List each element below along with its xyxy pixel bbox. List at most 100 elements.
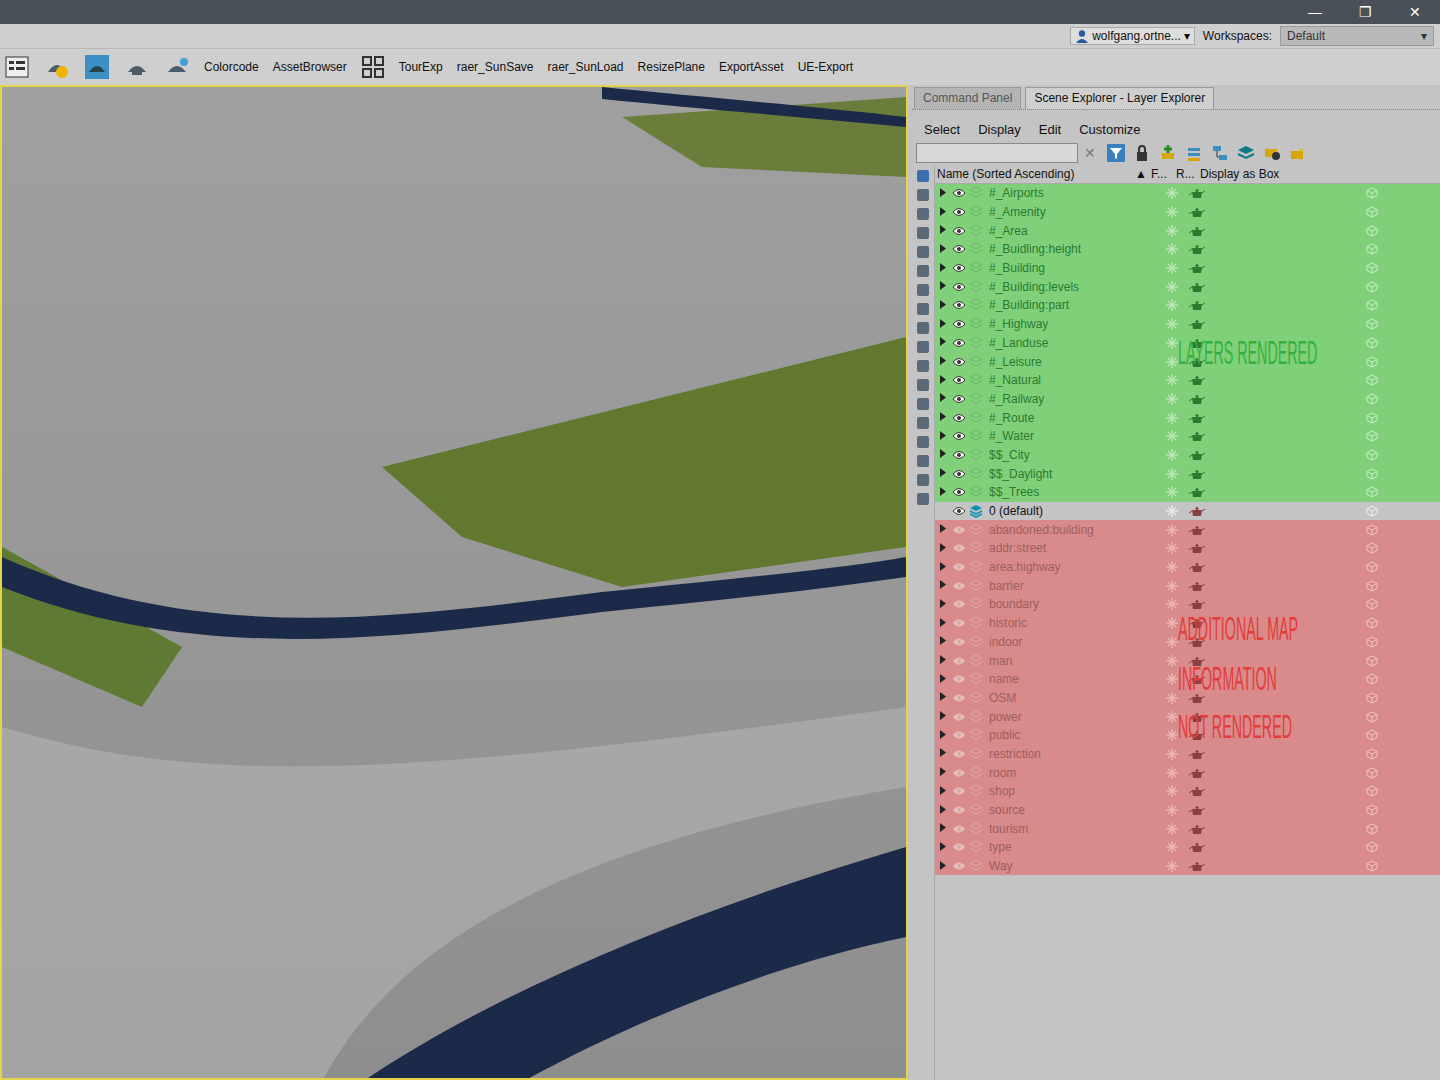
filter-toggle-icon[interactable] [916, 340, 930, 354]
render-toggle[interactable] [1184, 468, 1209, 480]
eye-icon[interactable] [952, 375, 966, 385]
expand-toggle[interactable] [935, 543, 951, 554]
layer-row[interactable]: type [935, 838, 1440, 857]
viewport-3d[interactable] [0, 85, 908, 1080]
visibility-toggle[interactable] [951, 730, 967, 740]
visibility-toggle[interactable] [951, 413, 967, 423]
layer-row[interactable]: #_Area [935, 221, 1440, 240]
visibility-toggle[interactable] [951, 300, 967, 310]
layer-row[interactable]: #_Amenity [935, 203, 1440, 222]
render-column[interactable]: R... [1176, 167, 1200, 181]
visibility-toggle[interactable] [951, 525, 967, 535]
eye-icon[interactable] [952, 842, 966, 852]
panel-tab[interactable]: Scene Explorer - Layer Explorer [1025, 87, 1214, 109]
box-toggle[interactable] [1209, 225, 1440, 237]
expand-toggle[interactable] [935, 786, 951, 797]
snowflake-icon[interactable] [1166, 505, 1178, 517]
box-toggle[interactable] [1209, 412, 1440, 424]
box-toggle[interactable] [1209, 374, 1440, 386]
box-toggle[interactable] [1209, 281, 1440, 293]
snowflake-icon[interactable] [1166, 524, 1178, 536]
render-toggle[interactable] [1184, 187, 1209, 199]
filter-toggle-icon[interactable] [916, 454, 930, 468]
snowflake-icon[interactable] [1166, 318, 1178, 330]
eye-icon[interactable] [952, 786, 966, 796]
visibility-toggle[interactable] [951, 282, 967, 292]
filter-icon[interactable] [1106, 143, 1126, 163]
eye-icon[interactable] [952, 431, 966, 441]
render-setup-icon[interactable] [44, 54, 70, 80]
eye-icon[interactable] [952, 188, 966, 198]
teapot-icon[interactable] [1189, 262, 1205, 274]
visibility-toggle[interactable] [951, 543, 967, 553]
expand-icon[interactable] [939, 207, 947, 216]
expand-icon[interactable] [939, 487, 947, 496]
box-icon[interactable] [1366, 318, 1378, 330]
box-icon[interactable] [1366, 673, 1378, 685]
visibility-toggle[interactable] [951, 805, 967, 815]
visibility-toggle[interactable] [951, 786, 967, 796]
freeze-toggle[interactable] [1159, 318, 1184, 330]
snowflake-icon[interactable] [1166, 468, 1178, 480]
visibility-toggle[interactable] [951, 394, 967, 404]
expand-toggle[interactable] [935, 225, 951, 236]
filter-toggle-icon[interactable] [916, 473, 930, 487]
box-toggle[interactable] [1209, 430, 1440, 442]
eye-icon[interactable] [952, 618, 966, 628]
expand-toggle[interactable] [935, 618, 951, 629]
render-toggle[interactable] [1184, 393, 1209, 405]
render-frame-icon[interactable] [84, 54, 110, 80]
expand-icon[interactable] [939, 805, 947, 814]
snowflake-icon[interactable] [1166, 561, 1178, 573]
layer-row[interactable]: #_Buidling:height [935, 240, 1440, 259]
box-icon[interactable] [1366, 655, 1378, 667]
box-toggle[interactable] [1209, 393, 1440, 405]
visibility-toggle[interactable] [951, 842, 967, 852]
box-toggle[interactable] [1209, 486, 1440, 498]
visibility-toggle[interactable] [951, 375, 967, 385]
teapot-icon[interactable] [1189, 748, 1205, 760]
visibility-toggle[interactable] [951, 581, 967, 591]
eye-icon[interactable] [952, 693, 966, 703]
eye-icon[interactable] [952, 562, 966, 572]
expand-toggle[interactable] [935, 207, 951, 218]
expand-toggle[interactable] [935, 337, 951, 348]
toolbar-button[interactable]: AssetBrowser [273, 60, 347, 74]
filter-toggle-icon[interactable] [916, 435, 930, 449]
box-icon[interactable] [1366, 524, 1378, 536]
box-icon[interactable] [1366, 692, 1378, 704]
expand-icon[interactable] [939, 524, 947, 533]
layer-row[interactable]: 0 (default) [935, 502, 1440, 521]
toolbar-button[interactable]: Colorcode [204, 60, 259, 74]
freeze-toggle[interactable] [1159, 187, 1184, 199]
render-toggle[interactable] [1184, 598, 1209, 610]
expand-icon[interactable] [939, 244, 947, 253]
render-toggle[interactable] [1184, 580, 1209, 592]
snowflake-icon[interactable] [1166, 804, 1178, 816]
layer-row[interactable]: #_Highway [935, 315, 1440, 334]
eye-icon[interactable] [952, 861, 966, 871]
teapot-icon[interactable] [1189, 785, 1205, 797]
expand-icon[interactable] [939, 300, 947, 309]
teapot-icon[interactable] [1189, 393, 1205, 405]
expand-icon[interactable] [939, 599, 947, 608]
box-icon[interactable] [1366, 598, 1378, 610]
render-toggle[interactable] [1184, 767, 1209, 779]
snowflake-icon[interactable] [1166, 542, 1178, 554]
eye-icon[interactable] [952, 263, 966, 273]
render-toggle[interactable] [1184, 225, 1209, 237]
teapot-icon[interactable] [1189, 860, 1205, 872]
layer-row[interactable]: $$_Trees [935, 483, 1440, 502]
box-icon[interactable] [1366, 617, 1378, 629]
eye-icon[interactable] [952, 338, 966, 348]
eye-icon[interactable] [952, 244, 966, 254]
visibility-toggle[interactable] [951, 431, 967, 441]
snowflake-icon[interactable] [1166, 374, 1178, 386]
expand-icon[interactable] [939, 468, 947, 477]
snowflake-icon[interactable] [1166, 299, 1178, 311]
expand-icon[interactable] [939, 375, 947, 384]
freeze-toggle[interactable] [1159, 785, 1184, 797]
snowflake-icon[interactable] [1166, 655, 1178, 667]
teapot-icon[interactable] [1189, 524, 1205, 536]
filter-toggle-icon[interactable] [916, 169, 930, 183]
